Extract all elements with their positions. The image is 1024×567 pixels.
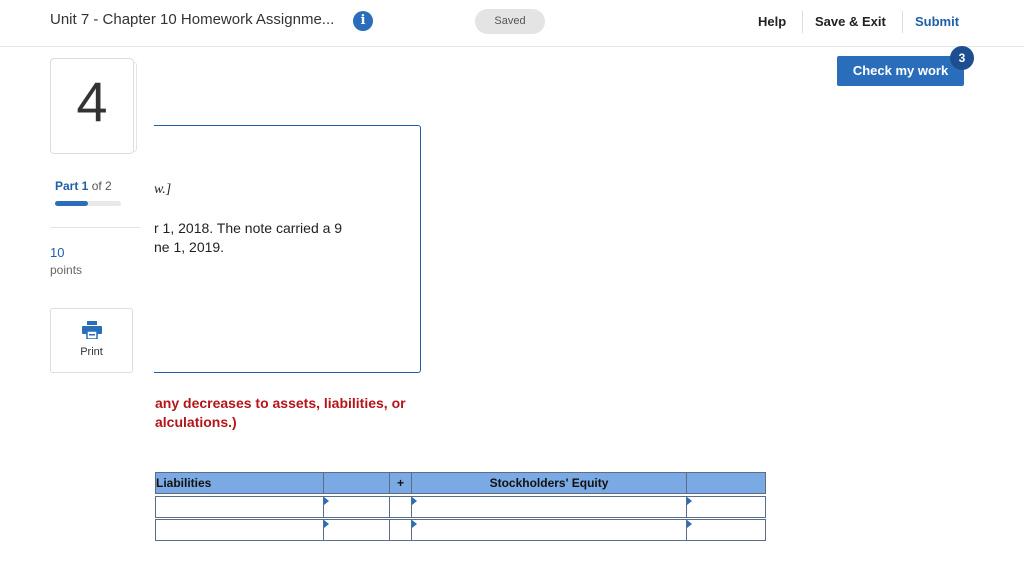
header-plus: +: [389, 472, 412, 494]
cell-marker-icon: [324, 497, 329, 505]
info-icon[interactable]: i: [353, 11, 373, 31]
header-blank: [686, 472, 766, 494]
question-text-line: w.]: [154, 182, 172, 197]
help-link[interactable]: Help: [758, 14, 786, 29]
top-bar: Unit 7 - Chapter 10 Homework Assignme...…: [0, 0, 1024, 47]
check-attempts-badge: 3: [950, 46, 974, 70]
nav-divider: [802, 11, 803, 33]
table-input-cell[interactable]: [411, 519, 687, 541]
question-text-line: ne 1, 2019.: [154, 239, 225, 255]
part-progress-fill: [55, 201, 88, 206]
table-operator-cell: [389, 496, 412, 518]
header-liabilities: Liabilities: [155, 472, 324, 494]
part-indicator: Part 1 of 2: [55, 179, 112, 193]
part-progress-bar: [55, 201, 121, 206]
table-input-cell[interactable]: [155, 519, 324, 541]
table-input-cell[interactable]: [323, 496, 390, 518]
assignment-title: Unit 7 - Chapter 10 Homework Assignme...: [50, 11, 335, 28]
part-current: Part 1: [55, 179, 89, 193]
saved-status-badge: Saved: [475, 9, 545, 34]
question-text-line: r 1, 2018. The note carried a 9: [154, 220, 343, 236]
cell-marker-icon: [412, 520, 417, 528]
table-operator-cell: [389, 519, 412, 541]
part-total: of 2: [91, 179, 112, 193]
save-exit-link[interactable]: Save & Exit: [815, 14, 886, 29]
points-label: points: [50, 263, 83, 277]
table-input-cell[interactable]: [155, 496, 324, 518]
question-number-card: 4: [50, 58, 137, 154]
sidebar-divider: [50, 227, 140, 228]
cell-marker-icon: [324, 520, 329, 528]
cell-marker-icon: [412, 497, 417, 505]
header-equity: Stockholders' Equity: [411, 472, 687, 494]
question-number: 4: [76, 70, 108, 133]
nav-divider: [902, 11, 903, 33]
printer-icon: [82, 321, 102, 339]
header-blank: [323, 472, 390, 494]
check-my-work-button[interactable]: Check my work: [837, 56, 964, 86]
cell-marker-icon: [687, 520, 692, 528]
instruction-line: any decreases to assets, liabilities, or: [155, 395, 406, 411]
table-input-cell[interactable]: [323, 519, 390, 541]
table-input-cell[interactable]: [686, 496, 766, 518]
points-value: 10: [50, 245, 65, 260]
submit-link[interactable]: Submit: [915, 14, 959, 29]
question-box: w.] r 1, 2018. The note carried a 9 ne 1…: [154, 125, 421, 373]
cell-marker-icon: [687, 497, 692, 505]
table-input-cell[interactable]: [411, 496, 687, 518]
print-label: Print: [80, 346, 103, 358]
instructions: any decreases to assets, liabilities, or…: [155, 394, 406, 432]
print-button[interactable]: Print: [50, 308, 133, 373]
table-input-cell[interactable]: [686, 519, 766, 541]
instruction-line: alculations.): [155, 414, 237, 430]
